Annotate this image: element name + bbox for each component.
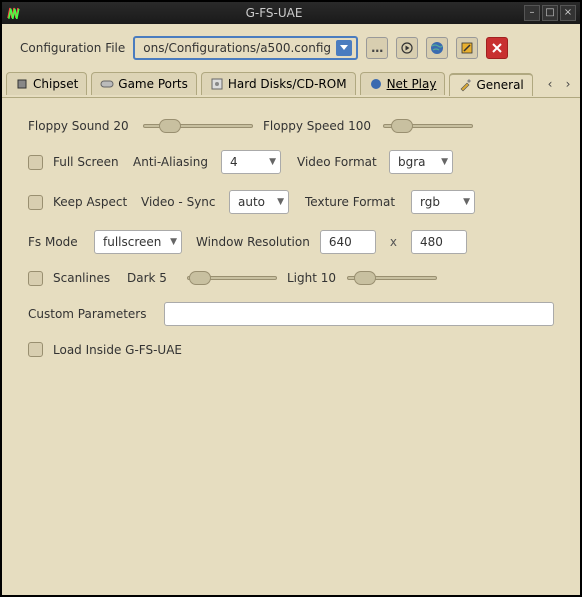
tab-general[interactable]: General: [449, 73, 532, 96]
tab-prev[interactable]: ‹: [542, 77, 558, 91]
light-label: Light 10: [287, 271, 337, 285]
chevron-down-icon: ▼: [463, 197, 470, 207]
full-screen-checkbox[interactable]: [28, 155, 43, 170]
play-button[interactable]: [396, 37, 418, 59]
full-screen-label: Full Screen: [53, 155, 123, 169]
browse-button[interactable]: …: [366, 37, 388, 59]
globe-button[interactable]: [426, 37, 448, 59]
floppy-speed-slider[interactable]: [383, 118, 473, 134]
resolution-height-input[interactable]: 480: [411, 230, 467, 254]
video-sync-label: Video - Sync: [141, 195, 219, 209]
floppy-speed-label: Floppy Speed 100: [263, 119, 373, 133]
tab-next[interactable]: ›: [560, 77, 576, 91]
chevron-down-icon: ▼: [441, 157, 448, 167]
scanlines-label: Scanlines: [53, 271, 117, 285]
window-resolution-label: Window Resolution: [196, 235, 310, 249]
chevron-down-icon: [336, 40, 352, 56]
config-file-label: Configuration File: [20, 41, 125, 55]
video-sync-select[interactable]: auto▼: [229, 190, 289, 214]
chip-icon: [15, 77, 29, 91]
ellipsis-icon: …: [371, 41, 383, 55]
tab-game-ports[interactable]: Game Ports: [91, 72, 197, 95]
edit-button[interactable]: [456, 37, 478, 59]
tab-hard-disks[interactable]: Hard Disks/CD-ROM: [201, 72, 356, 95]
config-file-value: ons/Configurations/a500.config: [143, 41, 336, 55]
fs-mode-label: Fs Mode: [28, 235, 84, 249]
load-inside-label: Load Inside G-FS-UAE: [53, 343, 182, 357]
globe-icon: [369, 77, 383, 91]
play-icon: [401, 42, 413, 54]
minimize-button[interactable]: –: [524, 5, 540, 21]
disk-icon: [210, 77, 224, 91]
floppy-sound-label: Floppy Sound 20: [28, 119, 133, 133]
anti-aliasing-label: Anti-Aliasing: [133, 155, 211, 169]
custom-params-input[interactable]: [164, 302, 554, 326]
video-format-label: Video Format: [297, 155, 379, 169]
tab-bar: Chipset Game Ports Hard Disks/CD-ROM Net…: [2, 70, 580, 98]
chevron-down-icon: ▼: [170, 237, 177, 247]
anti-aliasing-select[interactable]: 4▼: [221, 150, 281, 174]
clear-button[interactable]: [486, 37, 508, 59]
chevron-down-icon: ▼: [277, 197, 284, 207]
maximize-button[interactable]: □: [542, 5, 558, 21]
titlebar[interactable]: G-FS-UAE – □ ×: [2, 2, 580, 24]
app-window: G-FS-UAE – □ × Configuration File ons/Co…: [0, 0, 582, 597]
resolution-width-input[interactable]: 640: [320, 230, 376, 254]
toolbar: Configuration File ons/Configurations/a5…: [2, 24, 580, 70]
floppy-sound-slider[interactable]: [143, 118, 253, 134]
fs-mode-select[interactable]: fullscreen▼: [94, 230, 182, 254]
load-inside-checkbox[interactable]: [28, 342, 43, 357]
chevron-down-icon: ▼: [269, 157, 276, 167]
texture-format-select[interactable]: rgb▼: [411, 190, 475, 214]
resolution-separator: x: [386, 235, 401, 249]
gamepad-icon: [100, 77, 114, 91]
edit-icon: [460, 41, 474, 55]
keep-aspect-label: Keep Aspect: [53, 195, 131, 209]
custom-params-label: Custom Parameters: [28, 307, 154, 321]
light-slider[interactable]: [347, 270, 437, 286]
globe-icon: [430, 41, 444, 55]
tab-net-play[interactable]: Net Play: [360, 72, 446, 95]
tab-chipset[interactable]: Chipset: [6, 72, 87, 95]
x-icon: [491, 42, 503, 54]
close-button[interactable]: ×: [560, 5, 576, 21]
keep-aspect-checkbox[interactable]: [28, 195, 43, 210]
video-format-select[interactable]: bgra▼: [389, 150, 453, 174]
dark-slider[interactable]: [187, 270, 277, 286]
texture-format-label: Texture Format: [305, 195, 401, 209]
window-title: G-FS-UAE: [26, 6, 522, 20]
scanlines-checkbox[interactable]: [28, 271, 43, 286]
tab-content-general: Floppy Sound 20 Floppy Speed 100 Full Sc…: [2, 98, 580, 393]
config-file-combo[interactable]: ons/Configurations/a500.config: [133, 36, 358, 60]
app-icon: [6, 6, 20, 20]
dark-label: Dark 5: [127, 271, 177, 285]
tools-icon: [458, 78, 472, 92]
